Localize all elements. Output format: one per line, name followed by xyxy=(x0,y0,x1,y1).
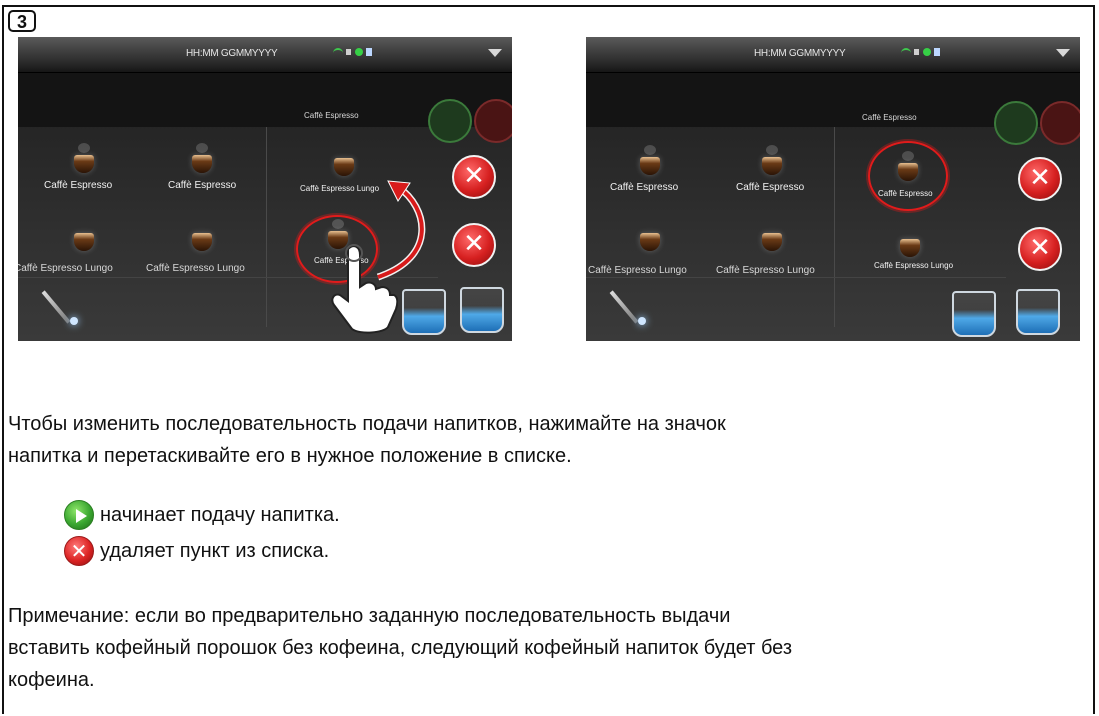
drink-label: Caffè Espresso Lungo xyxy=(146,263,245,274)
delete-button[interactable]: ✕ xyxy=(1018,157,1062,201)
drink-label: Caffè Espresso Lungo xyxy=(874,261,954,270)
milk-jug-icon[interactable] xyxy=(402,289,446,335)
drink-label: Caffè Espresso xyxy=(736,182,805,193)
status-bar: HH:MM GGMMYYYY xyxy=(18,37,512,73)
instruction-line-2: напитка и перетаскивайте его в нужное по… xyxy=(8,445,572,467)
legend-start-text: начинает подачу напитка. xyxy=(100,504,340,526)
note-line-1: Примечание: если во предварительно задан… xyxy=(8,605,731,627)
step-number-badge: 3 xyxy=(8,10,36,32)
speaker-icon xyxy=(346,49,351,55)
milk-jug-icon[interactable] xyxy=(952,291,996,337)
clock-date-text: HH:MM GGMMYYYY xyxy=(754,48,846,59)
drink-label-partial: Caffè Espresso xyxy=(862,113,917,122)
note-line-3: кофеина. xyxy=(8,669,95,691)
drink-label: Caffè Espresso Lungo xyxy=(18,263,113,274)
espresso-cup-icon[interactable] xyxy=(70,143,98,175)
start-button-partial[interactable] xyxy=(428,99,472,143)
grid-divider xyxy=(586,277,1006,278)
menu-dropdown-icon[interactable] xyxy=(1056,49,1070,57)
note-line-2: вставить кофейный порошок без кофеина, с… xyxy=(8,637,793,659)
pointing-hand-icon xyxy=(331,244,398,334)
drink-label: Caffè Espresso Lungo xyxy=(716,265,815,276)
drink-label: Caffè Espresso Lungo xyxy=(588,265,687,276)
hot-water-jug-icon[interactable] xyxy=(460,287,504,333)
play-icon xyxy=(64,500,94,530)
steam-glow-icon xyxy=(70,317,78,325)
delete-button-partial[interactable] xyxy=(474,99,512,143)
espresso-cup-icon[interactable] xyxy=(758,145,786,177)
bin-icon xyxy=(366,48,372,56)
drink-label-partial: Caffè Espresso xyxy=(304,111,359,120)
steam-wand-icon xyxy=(41,290,71,324)
drink-label: Caffè Espresso xyxy=(44,180,113,191)
drink-label: Caffè Espresso xyxy=(168,180,237,191)
wifi-icon xyxy=(333,48,343,56)
espresso-cup-icon[interactable] xyxy=(896,233,924,259)
delete-button-partial[interactable] xyxy=(1040,101,1080,145)
delete-button[interactable]: ✕ xyxy=(1018,227,1062,271)
instruction-line-1: Чтобы изменить последовательность подачи… xyxy=(8,413,726,435)
steam-wand-icon xyxy=(609,290,639,324)
clock-date-text: HH:MM GGMMYYYY xyxy=(186,48,278,59)
status-dot-icon xyxy=(923,48,931,56)
start-button-partial[interactable] xyxy=(994,101,1038,145)
espresso-cup-icon[interactable] xyxy=(70,227,98,253)
delete-button[interactable]: ✕ xyxy=(452,223,496,267)
delete-button[interactable]: ✕ xyxy=(452,155,496,199)
espresso-cup-icon[interactable] xyxy=(758,227,786,253)
espresso-cup-icon[interactable] xyxy=(188,227,216,253)
status-bar: HH:MM GGMMYYYY xyxy=(586,37,1080,73)
delete-icon: ✕ xyxy=(64,536,94,566)
bin-icon xyxy=(934,48,940,56)
hot-water-jug-icon[interactable] xyxy=(1016,289,1060,335)
espresso-cup-icon[interactable] xyxy=(188,143,216,175)
wifi-icon xyxy=(901,48,911,56)
screenshot-after: HH:MM GGMMYYYY Caffè Espresso Caffè Espr… xyxy=(586,37,1080,341)
menu-dropdown-icon[interactable] xyxy=(488,49,502,57)
grid-divider xyxy=(834,127,835,327)
highlight-ring xyxy=(868,141,948,211)
drink-label: Caffè Espresso xyxy=(610,182,679,193)
legend-delete-text: удаляет пункт из списка. xyxy=(100,540,330,562)
speaker-icon xyxy=(914,49,919,55)
grid-divider xyxy=(266,127,267,327)
steam-glow-icon xyxy=(638,317,646,325)
espresso-cup-icon[interactable] xyxy=(636,227,664,253)
screenshot-before: HH:MM GGMMYYYY Caffè Espresso Caffè Espr… xyxy=(18,37,512,341)
espresso-cup-icon[interactable] xyxy=(636,145,664,177)
status-dot-icon xyxy=(355,48,363,56)
